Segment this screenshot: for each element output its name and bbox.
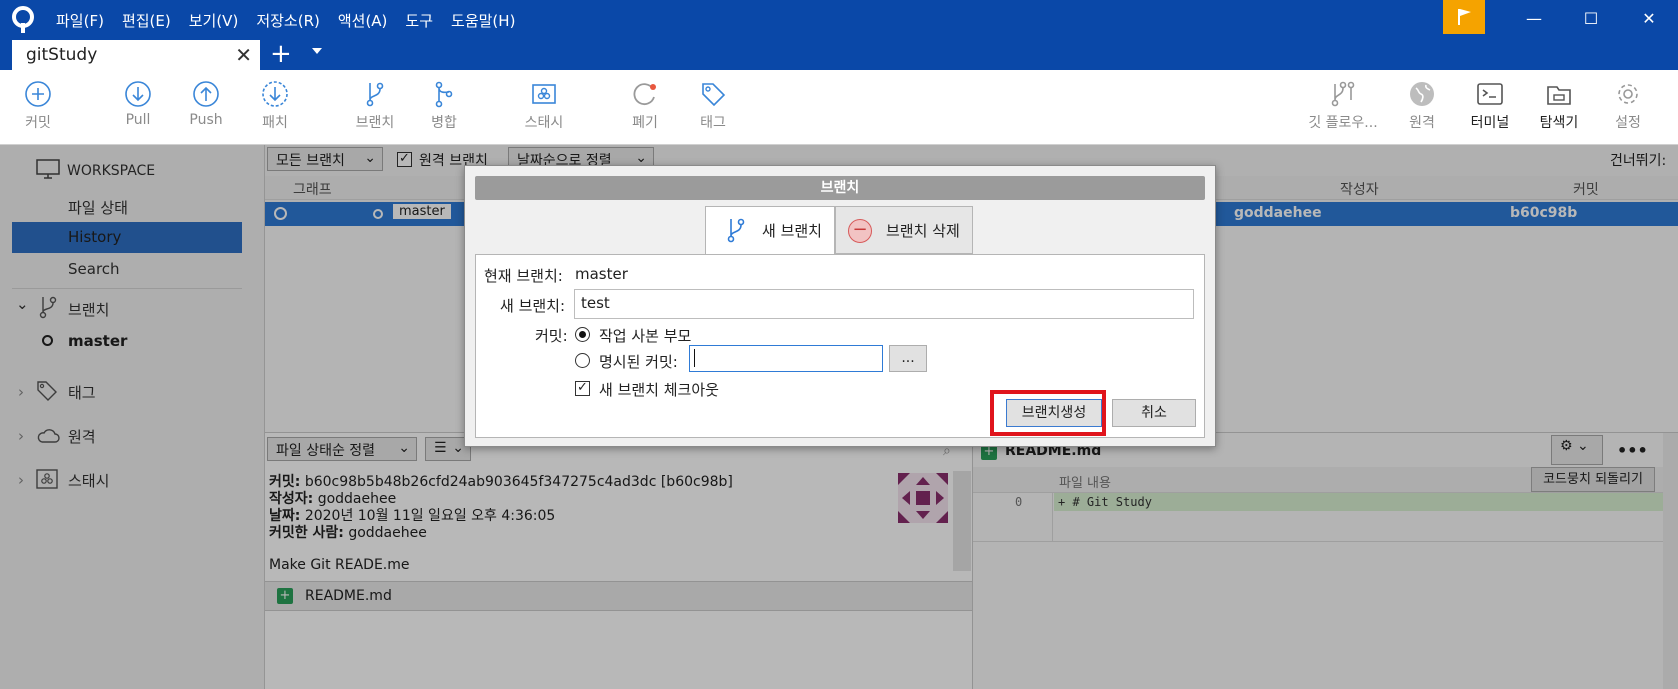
tag-icon [702,83,726,107]
minimize-button[interactable]: — [1519,6,1549,32]
menu-edit[interactable]: 편집(E) [122,10,171,31]
menu-file[interactable]: 파일(F) [56,10,104,31]
push-icon [193,81,219,107]
discard-icon [633,83,656,106]
terminal-button[interactable]: 터미널 [1467,80,1513,132]
specified-commit-label: 명시된 커밋: [599,353,678,371]
gitflow-icon [1331,81,1355,107]
pull-button[interactable]: Pull [118,80,158,128]
merge-button[interactable]: 병합 [426,80,462,132]
flag-icon [1458,9,1471,25]
tab-delete-branch[interactable]: − 브랜치 삭제 [835,206,973,254]
working-copy-radio[interactable] [575,327,590,342]
menu-view[interactable]: 보기(V) [189,10,239,31]
delete-icon: − [848,219,872,243]
close-tab-icon[interactable]: ✕ [235,43,252,67]
menu-bar: 파일(F) 편집(E) 보기(V) 저장소(R) 액션(A) 도구 도움말(H) [56,10,533,31]
tag-button[interactable]: 태그 [696,80,730,132]
specified-commit-input[interactable] [689,345,883,372]
commit-label: 커밋: [535,327,568,345]
branch-icon [727,218,745,243]
explorer-button[interactable]: 탐색기 [1536,80,1582,132]
gitflow-button[interactable]: 깃 플로우... [1303,80,1383,132]
flag-button[interactable] [1443,0,1485,34]
push-button[interactable]: Push [186,80,226,128]
discard-button[interactable]: 폐기 [628,80,662,132]
repo-tab[interactable]: gitStudy ✕ [12,40,260,70]
cancel-button[interactable]: 취소 [1112,399,1196,427]
gear-icon [1618,84,1638,104]
tab-new-branch[interactable]: 새 브랜치 [705,206,835,254]
maximize-button[interactable]: ☐ [1576,6,1606,32]
commit-icon [25,81,51,107]
pull-icon [125,81,151,107]
text-cursor [694,349,695,367]
current-branch-label: 현재 브랜치: [484,267,563,285]
settings-button[interactable]: 설정 [1611,80,1645,132]
folder-icon [1547,86,1571,105]
checkout-new-branch-checkbox[interactable]: ✓ [575,381,590,396]
terminal-icon [1477,83,1503,105]
stash-button[interactable]: 스태시 [520,80,568,132]
menu-repository[interactable]: 저장소(R) [256,10,320,31]
patch-button[interactable]: 패치 [255,80,295,132]
title-bar: 파일(F) 편집(E) 보기(V) 저장소(R) 액션(A) 도구 도움말(H)… [0,0,1678,70]
toolbar: 커밋 Pull Push 패치 브랜치 병합 스태시 폐기 태그 깃 플로우..… [0,70,1678,145]
specified-commit-radio[interactable] [575,353,590,368]
menu-tools[interactable]: 도구 [405,10,433,31]
dialog-title: 브랜치 [475,176,1205,200]
working-copy-label: 작업 사본 부모 [599,327,692,345]
browse-commit-button[interactable]: ... [889,345,927,372]
sourcetree-logo-icon [12,6,34,33]
branch-icon [366,82,384,107]
globe-icon [1410,82,1434,106]
add-tab-icon[interactable]: + [270,40,292,68]
patch-icon [262,81,288,107]
stash-icon [532,84,556,104]
new-branch-label: 새 브랜치: [500,297,566,315]
menu-actions[interactable]: 액션(A) [338,10,388,31]
checkout-new-branch-label: 새 브랜치 체크아웃 [599,381,719,399]
menu-help[interactable]: 도움말(H) [451,10,515,31]
merge-icon [435,81,453,108]
repo-tab-title: gitStudy [26,45,98,65]
tab-menu-chevron-icon[interactable] [312,48,322,54]
remote-button[interactable]: 원격 [1405,80,1439,132]
new-branch-input[interactable]: test [574,289,1194,319]
annotation-highlight-box [990,390,1106,436]
close-button[interactable]: ✕ [1634,6,1664,32]
branch-button[interactable]: 브랜치 [352,80,398,132]
commit-button[interactable]: 커밋 [18,80,58,132]
current-branch-value: master [575,265,628,283]
